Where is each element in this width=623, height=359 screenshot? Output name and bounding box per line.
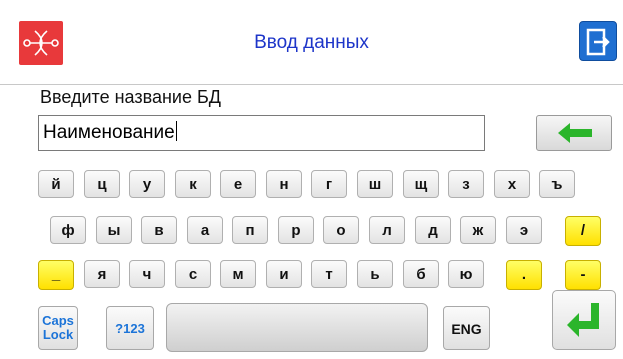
key-щ[interactable]: щ [403, 170, 439, 198]
key-ч[interactable]: ч [129, 260, 165, 288]
key-underscore[interactable]: _ [38, 260, 74, 290]
key-д[interactable]: д [415, 216, 451, 244]
key-dash[interactable]: - [565, 260, 601, 290]
enter-key[interactable] [552, 290, 616, 350]
key-о[interactable]: о [323, 216, 359, 244]
header-divider [0, 84, 623, 85]
key-в[interactable]: в [141, 216, 177, 244]
key-ы[interactable]: ы [96, 216, 132, 244]
page-title: Ввод данных [254, 32, 369, 53]
key-н[interactable]: н [266, 170, 302, 198]
key-а[interactable]: а [187, 216, 223, 244]
key-у[interactable]: у [129, 170, 165, 198]
key-т[interactable]: т [311, 260, 347, 288]
numeric-key[interactable]: ?123 [106, 306, 154, 350]
key-ю[interactable]: ю [448, 260, 484, 288]
key-к[interactable]: к [175, 170, 211, 198]
key-е[interactable]: е [220, 170, 256, 198]
key-п[interactable]: п [232, 216, 268, 244]
key-л[interactable]: л [369, 216, 405, 244]
key-slash[interactable]: / [565, 216, 601, 246]
exit-button[interactable] [579, 21, 617, 61]
key-ш[interactable]: ш [357, 170, 393, 198]
key-х[interactable]: х [494, 170, 530, 198]
key-ж[interactable]: ж [460, 216, 496, 244]
enter-arrow-icon [567, 303, 599, 337]
input-prompt-label: Введите название БД [40, 87, 221, 107]
title-bar: Ввод данных [0, 0, 623, 84]
text-caret [175, 121, 177, 141]
key-ф[interactable]: ф [50, 216, 86, 244]
key-dot[interactable]: . [506, 260, 542, 290]
key-с[interactable]: с [175, 260, 211, 288]
db-name-input[interactable]: Наименование [38, 115, 485, 151]
key-э[interactable]: э [506, 216, 542, 244]
key-з[interactable]: з [448, 170, 484, 198]
key-ь[interactable]: ь [357, 260, 393, 288]
key-й[interactable]: й [38, 170, 74, 198]
caps-lock-key[interactable]: Caps Lock [38, 306, 78, 350]
caps-key-label-2: Lock [42, 327, 74, 342]
space-key[interactable] [166, 303, 428, 352]
key-я[interactable]: я [84, 260, 120, 288]
caps-key-label-1: Caps [42, 313, 74, 328]
db-name-input-value: Наименование [43, 122, 175, 143]
arrow-left-icon [558, 123, 592, 143]
key-ъ[interactable]: ъ [539, 170, 575, 198]
key-ц[interactable]: ц [84, 170, 120, 198]
key-р[interactable]: р [278, 216, 314, 244]
key-г[interactable]: г [311, 170, 347, 198]
language-key[interactable]: ENG [443, 306, 490, 350]
key-б[interactable]: б [403, 260, 439, 288]
key-м[interactable]: м [220, 260, 256, 288]
exit-door-icon [586, 28, 610, 56]
key-и[interactable]: и [266, 260, 302, 288]
backspace-button[interactable] [536, 115, 612, 151]
